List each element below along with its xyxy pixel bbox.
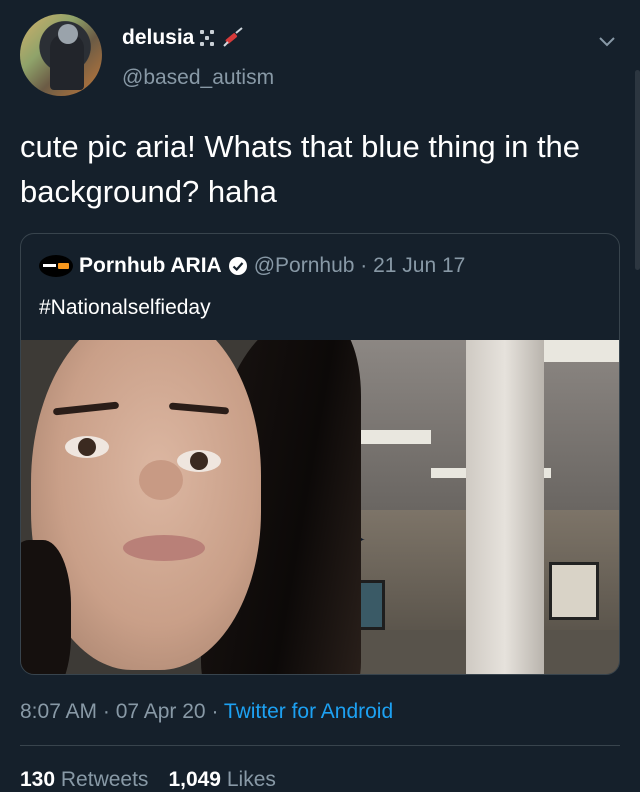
quoted-display-name: Pornhub ARIA — [79, 254, 222, 277]
chevron-down-icon[interactable] — [596, 30, 618, 52]
quoted-tweet-card[interactable]: Pornhub ARIA @Pornhub · 21 Jun 17 #Natio… — [20, 233, 620, 675]
photo-brow — [168, 402, 230, 415]
photo-eye — [177, 450, 221, 472]
quoted-avatar — [39, 255, 73, 277]
photo-nose — [139, 460, 183, 500]
author-handle[interactable]: @based_autism — [122, 66, 274, 90]
syringe-emoji-icon — [223, 27, 244, 47]
divider — [20, 745, 620, 746]
likes-count: 1,049 — [168, 768, 221, 791]
likes-stat[interactable]: 1,049 Likes — [168, 768, 275, 792]
tweet-stats: 130 Retweets 1,049 Likes — [20, 768, 276, 792]
photo-pillar — [466, 340, 544, 674]
verified-badge-icon — [228, 257, 247, 275]
quoted-tweet-header: Pornhub ARIA @Pornhub · 21 Jun 17 — [39, 254, 465, 278]
photo-eye — [65, 436, 109, 458]
tweet-timestamp: 8:07 AM · 07 Apr 20 · — [20, 700, 224, 723]
author-avatar[interactable] — [20, 14, 102, 96]
tweet-meta: 8:07 AM · 07 Apr 20 · Twitter for Androi… — [20, 700, 393, 724]
tweet-text: cute pic aria! Whats that blue thing in … — [20, 129, 581, 209]
avatar-head — [58, 24, 78, 44]
quoted-handle-date: @Pornhub · 21 Jun 17 — [253, 254, 466, 277]
tweet-client-link[interactable]: Twitter for Android — [224, 700, 393, 723]
author-name-row[interactable]: delusia — [122, 26, 244, 50]
retweets-label: Retweets — [60, 768, 149, 791]
retweets-stat[interactable]: 130 Retweets — [20, 768, 148, 792]
photo-hair — [21, 540, 71, 674]
photo-wall-poster — [549, 562, 599, 620]
quoted-tweet-photo[interactable]: ✦ — [21, 340, 619, 674]
photo-brow — [52, 401, 120, 416]
photo-lips — [123, 535, 205, 561]
author-display-name[interactable]: delusia — [122, 26, 194, 50]
quoted-tweet-text: #Nationalselfieday — [39, 296, 211, 319]
likes-label: Likes — [226, 768, 276, 791]
dice-emoji-icon — [200, 30, 216, 46]
tweet-header: delusia @based_autism — [20, 14, 620, 104]
scrollbar[interactable] — [635, 70, 640, 270]
retweets-count: 130 — [20, 768, 56, 791]
